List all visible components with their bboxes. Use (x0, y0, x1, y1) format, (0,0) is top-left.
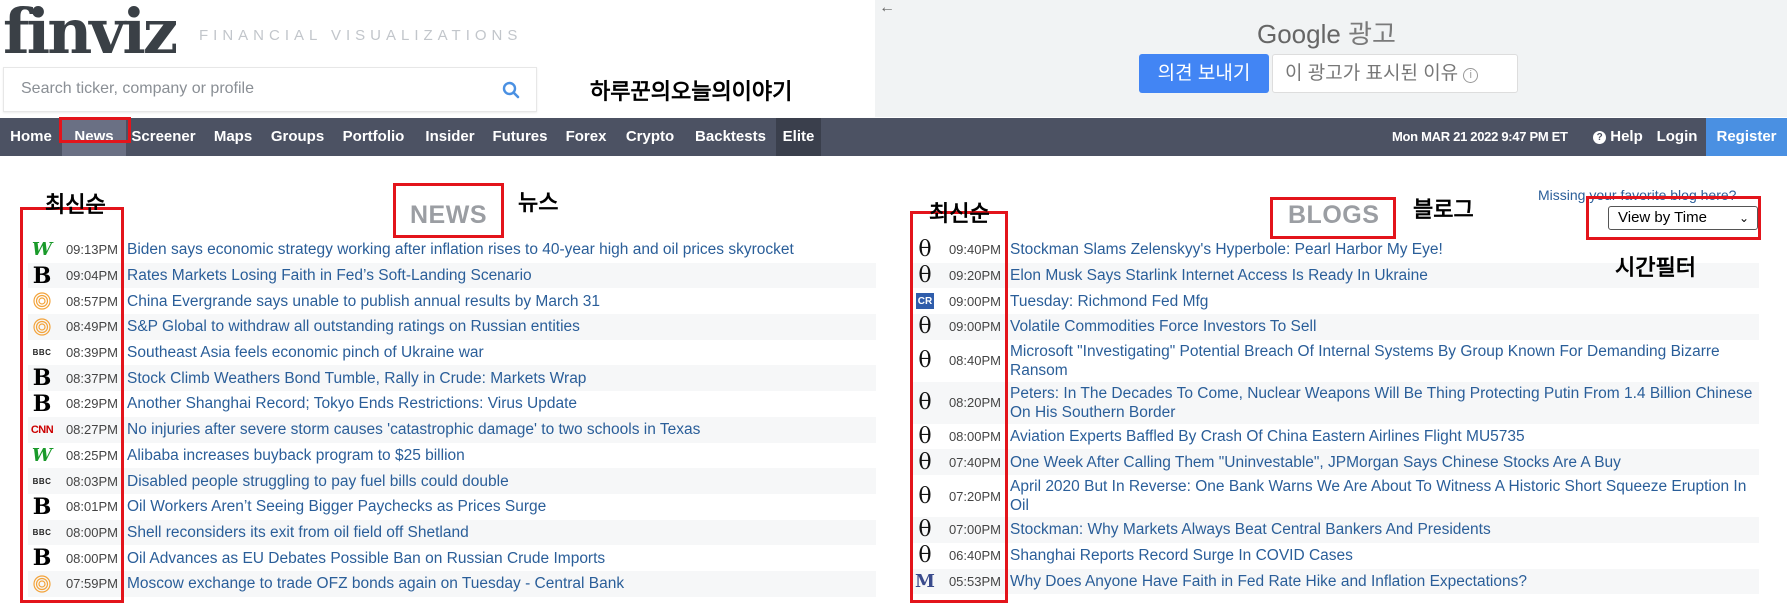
blog-row: θ 08:40PM Microsoft "Investigating" Potent… (911, 340, 1759, 382)
nav-backtests[interactable]: Backtests (685, 118, 776, 156)
headline-link[interactable]: S&P Global to withdraw all outstanding r… (120, 317, 580, 336)
headline-link[interactable]: Moscow exchange to trade OFZ bonds again… (120, 574, 624, 593)
news-times-highlight (20, 207, 124, 603)
blogs-title-highlight (1270, 197, 1396, 239)
ad-label: 광고 (1348, 19, 1396, 49)
headline-link[interactable]: Peters: In The Decades To Come, Nuclear … (1003, 384, 1759, 422)
finviz-news-page: finviz FINANCIAL VISUALIZATIONS Search t… (0, 0, 1787, 603)
tagline: FINANCIAL VISUALIZATIONS (199, 27, 523, 44)
headline-link[interactable]: Alibaba increases buyback program to $25… (120, 446, 465, 465)
headline-link[interactable]: Tuesday: Richmond Fed Mfg (1003, 292, 1208, 311)
blog-row: θ 07:20PM April 2020 But In Reverse: One B… (911, 475, 1759, 517)
blog-row: θ 07:00PM Stockman: Why Markets Always Bea… (911, 517, 1759, 543)
blogs-list: θ 09:40PM Stockman Slams Zelenskyy's Hyper… (911, 237, 1759, 595)
headline-link[interactable]: Shanghai Reports Record Surge In COVID C… (1003, 546, 1353, 565)
news-row: BBC 08:39PM Southeast Asia feels economic … (28, 340, 876, 366)
news-annotation: 뉴스 (518, 190, 559, 215)
headline-link[interactable]: Biden says economic strategy working aft… (120, 240, 794, 259)
blog-row: θ 08:00PM Aviation Experts Baffled By Cras… (911, 424, 1759, 450)
headline-link[interactable]: Disabled people struggling to pay fuel b… (120, 472, 509, 491)
blog-times-highlight (910, 211, 1008, 603)
news-row: BBC 08:03PM Disabled people struggling to … (28, 468, 876, 494)
nav-futures[interactable]: Futures (483, 118, 557, 156)
news-list: W 09:13PM Biden says economic strategy wor… (28, 237, 876, 597)
news-title-highlight (393, 183, 504, 238)
filter-highlight (1586, 196, 1761, 240)
login-link[interactable]: Login (1652, 118, 1702, 156)
nav-insider[interactable]: Insider (417, 118, 483, 156)
headline-link[interactable]: Why Does Anyone Have Faith in Fed Rate H… (1003, 572, 1527, 591)
nav-forex[interactable]: Forex (557, 118, 615, 156)
headline-link[interactable]: Oil Workers Aren’t Seeing Bigger Paychec… (120, 497, 546, 516)
search-icon[interactable] (502, 81, 520, 99)
newest-annotation-right: 최신순 (929, 201, 990, 226)
help-label: Help (1610, 128, 1643, 145)
current-datetime: Mon MAR 21 2022 9:47 PM ET (1392, 129, 1568, 144)
search-input[interactable]: Search ticker, company or profile (3, 67, 537, 112)
nav-elite[interactable]: Elite (776, 118, 821, 156)
nav-maps[interactable]: Maps (201, 118, 265, 156)
blog-row: θ 06:40PM Shanghai Reports Record Surge In… (911, 543, 1759, 569)
news-row: CNN 08:27PM No injuries after severe storm… (28, 416, 876, 443)
headline-link[interactable]: Rates Markets Losing Faith in Fed’s Soft… (120, 266, 532, 285)
search-placeholder: Search ticker, company or profile (21, 80, 254, 97)
blog-row: θ 08:20PM Peters: In The Decades To Come, … (911, 381, 1759, 424)
headline-link[interactable]: Another Shanghai Record; Tokyo Ends Rest… (120, 394, 577, 413)
news-row: B 08:29PM Another Shanghai Record; Tokyo E… (28, 391, 876, 417)
news-tab-highlight (59, 117, 131, 143)
nav-groups[interactable]: Groups (265, 118, 330, 156)
news-row: B 08:37PM Stock Climb Weathers Bond Tumble… (28, 365, 876, 391)
time-filter-annotation: 시간필터 (1615, 255, 1696, 280)
news-row: W 09:13PM Biden says economic strategy wor… (28, 237, 876, 263)
back-arrow-icon[interactable]: ← (879, 0, 895, 17)
news-row: B 08:00PM Oil Advances as EU Debates Possi… (28, 545, 876, 571)
headline-link[interactable]: Microsoft "Investigating" Potential Brea… (1003, 342, 1759, 380)
headline-link[interactable]: Oil Advances as EU Debates Possible Ban … (120, 549, 605, 568)
blog-row: M 05:53PM Why Does Anyone Have Faith in Fe… (911, 568, 1759, 595)
headline-link[interactable]: April 2020 But In Reverse: One Bank Warn… (1003, 477, 1759, 515)
google-wordmark: Google (1257, 19, 1341, 49)
news-row: 07:59PM Moscow exchange to trade OFZ bond… (28, 570, 876, 597)
nav-home[interactable]: Home (0, 118, 62, 156)
headline-link[interactable]: Southeast Asia feels economic pinch of U… (120, 343, 484, 362)
send-feedback-button[interactable]: 의견 보내기 (1139, 54, 1269, 93)
news-row: W 08:25PM Alibaba increases buyback progra… (28, 443, 876, 469)
news-row: BBC 08:00PM Shell reconsiders its exit fro… (28, 519, 876, 546)
blog-row: CR 09:00PM Tuesday: Richmond Fed Mfg (911, 288, 1759, 314)
headline-link[interactable]: Stock Climb Weathers Bond Tumble, Rally … (120, 369, 586, 388)
help-icon: ? (1593, 131, 1607, 144)
headline-link[interactable]: Shell reconsiders its exit from oil fiel… (120, 523, 469, 542)
blog-row: θ 07:40PM One Week After Calling Them "Uni… (911, 449, 1759, 476)
news-row: B 09:04PM Rates Markets Losing Faith in Fe… (28, 263, 876, 289)
headline-link[interactable]: One Week After Calling Them "Uninvestabl… (1003, 453, 1621, 472)
nav-screener[interactable]: Screener (126, 118, 201, 156)
blog-row: θ 09:00PM Volatile Commodities Force Inves… (911, 314, 1759, 340)
blog-title-annotation: 하루꾼의오늘의이야기 (590, 79, 793, 104)
why-this-ad-label: 이 광고가 표시된 이유 (1285, 63, 1459, 84)
headline-link[interactable]: Aviation Experts Baffled By Crash Of Chi… (1003, 427, 1525, 446)
headline-link[interactable]: Elon Musk Says Starlink Internet Access … (1003, 266, 1428, 285)
headline-link[interactable]: China Evergrande says unable to publish … (120, 292, 600, 311)
help-link[interactable]: ? Help (1584, 118, 1652, 156)
headline-link[interactable]: No injuries after severe storm causes 'c… (120, 420, 700, 439)
finviz-logo[interactable]: finviz (3, 0, 178, 64)
google-ad-panel: ← Google 광고 의견 보내기 이 광고가 표시된 이유 i (875, 0, 1787, 117)
headline-link[interactable]: Stockman: Why Markets Always Beat Centra… (1003, 520, 1491, 539)
why-this-ad-button[interactable]: 이 광고가 표시된 이유 i (1272, 54, 1518, 93)
headline-link[interactable]: Volatile Commodities Force Investors To … (1003, 317, 1316, 336)
news-row: 08:49PM S&P Global to withdraw all outsta… (28, 314, 876, 340)
main-nav: Home News Screener Maps Groups Portfolio… (0, 118, 1787, 156)
register-button[interactable]: Register (1706, 118, 1787, 156)
google-ad-label: Google 광고 (1257, 14, 1396, 51)
nav-crypto[interactable]: Crypto (615, 118, 685, 156)
news-row: B 08:01PM Oil Workers Aren’t Seeing Bigger… (28, 494, 876, 520)
nav-portfolio[interactable]: Portfolio (330, 118, 417, 156)
news-row: 08:57PM China Evergrande says unable to p… (28, 288, 876, 314)
newest-annotation-left: 최신순 (45, 192, 106, 217)
headline-link[interactable]: Stockman Slams Zelenskyy's Hyperbole: Pe… (1003, 240, 1443, 259)
blog-annotation: 블로그 (1413, 197, 1474, 222)
info-icon: i (1463, 68, 1479, 83)
